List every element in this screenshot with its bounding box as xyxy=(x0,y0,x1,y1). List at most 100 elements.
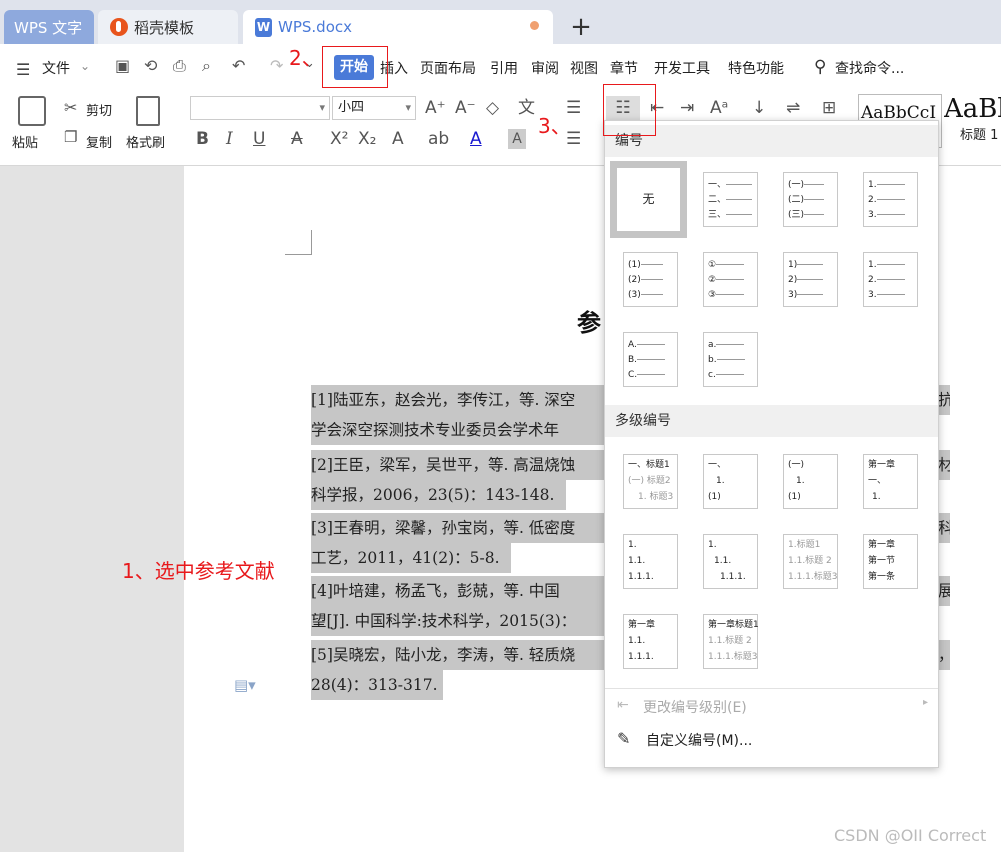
ml-line: 一、标题1 xyxy=(628,460,670,470)
num-label: (二) xyxy=(788,195,805,205)
num-label: ① xyxy=(708,260,717,270)
reference-line[interactable]: 学会深空探测技术专业委员会学术年 xyxy=(311,415,606,445)
multilevel-style[interactable]: 第一章标题1 1.1.标题 2 1.1.1.标题3 xyxy=(703,614,759,669)
style-heading1[interactable]: AaBl 标题 1 xyxy=(944,94,1001,150)
ml-line: 1.1.1. xyxy=(720,572,746,582)
reference-line[interactable]: 28(4)：313-317. xyxy=(311,670,443,700)
menu-developer[interactable]: 开发工具 xyxy=(654,58,710,80)
num-label: b. xyxy=(708,355,717,365)
multilevel-style[interactable]: 第一章 第一节 第一条 xyxy=(863,534,918,589)
reference-line[interactable]: 工艺，2011，41(2)：5-8. xyxy=(311,543,511,573)
italic-icon[interactable]: I xyxy=(226,127,233,151)
numbering-style[interactable]: 1. 2. 3. xyxy=(863,172,918,227)
numbering-style[interactable]: 一、 二、 三、 xyxy=(703,172,758,227)
numbering-style[interactable]: (一) (二) (三) xyxy=(783,172,838,227)
multilevel-style[interactable]: 1. 1.1. 1.1.1. xyxy=(623,534,678,589)
ml-line: 1.1.1.标题3 xyxy=(788,572,838,582)
numbering-style[interactable]: 1. 2. 3. xyxy=(863,252,918,307)
clear-format-icon[interactable]: ◇ xyxy=(486,96,499,120)
hamburger-icon[interactable]: ☰ xyxy=(16,60,30,79)
char-shading-icon[interactable]: A xyxy=(508,129,526,149)
save-icon[interactable]: ▣ xyxy=(115,56,130,75)
tab-document[interactable]: W WPS.docx xyxy=(243,10,553,44)
reference-line-tail: 科 xyxy=(938,513,950,543)
multilevel-style[interactable]: 第一章 一、 1. xyxy=(863,454,918,509)
num-label: (2) xyxy=(628,275,641,285)
menu-view[interactable]: 视图 xyxy=(570,58,598,80)
reference-line[interactable]: 科学报，2006，23(5)：143-148. xyxy=(311,480,566,510)
annotation-step1: 1、选中参考文献 xyxy=(122,559,275,583)
strikethrough-icon[interactable]: A xyxy=(291,127,303,151)
subscript-icon[interactable]: X₂ xyxy=(358,127,376,151)
menu-review[interactable]: 审阅 xyxy=(531,58,559,80)
highlight-icon[interactable]: ab xyxy=(428,127,449,151)
grow-font-icon[interactable]: A⁺ xyxy=(425,96,446,120)
print-preview-icon[interactable]: ⌕ xyxy=(202,56,211,76)
multilevel-style[interactable]: 一、 1. (1) xyxy=(703,454,758,509)
menu-bar: ☰ 文件 ⌄ ▣ ⟲ ⎙ ⌕ ↶ ↷ ⌄ 插入 页面布局 引用 审阅 视图 章节… xyxy=(0,44,1001,92)
font-color-icon[interactable]: A xyxy=(470,127,482,151)
multilevel-style[interactable]: 1. 1.1. 1.1.1. xyxy=(703,534,758,589)
cloud-icon[interactable]: ⟲ xyxy=(144,56,157,75)
multilevel-style[interactable]: 第一章 1.1. 1.1.1. xyxy=(623,614,678,669)
numbering-none[interactable]: 无 xyxy=(610,161,687,238)
copy-button[interactable]: 复制 xyxy=(86,132,112,151)
bold-icon[interactable]: B xyxy=(196,127,209,151)
reference-line[interactable]: 望[J]. 中国科学:技术科学，2015(3)： xyxy=(311,606,606,636)
menu-page-layout[interactable]: 页面布局 xyxy=(420,58,476,80)
paste-icon[interactable] xyxy=(18,96,46,126)
chevron-down-icon[interactable]: ⌄ xyxy=(80,59,90,73)
undo-icon[interactable]: ↶ xyxy=(232,56,245,75)
reference-line[interactable]: [1]陆亚东，赵会光，李传江，等. 深空 xyxy=(311,385,606,415)
paste-options-icon[interactable]: ▤▾ xyxy=(234,676,256,694)
change-level-item[interactable]: 更改编号级别(E) xyxy=(643,697,747,717)
reference-line[interactable]: [3]王春明，梁馨，孙宝岗，等. 低密度 xyxy=(311,513,606,543)
spacing-icon[interactable]: ⇌ xyxy=(786,96,800,120)
reference-line[interactable]: [4]叶培建，杨孟飞，彭兢，等. 中国 xyxy=(311,576,606,606)
underline-icon[interactable]: U xyxy=(253,127,265,151)
cut-button[interactable]: 剪切 xyxy=(86,100,112,119)
ml-line: (一) xyxy=(788,460,805,470)
increase-indent-icon[interactable]: ⇥ xyxy=(680,96,694,120)
reference-line[interactable]: [5]吴晓宏，陆小龙，李涛，等. 轻质烧 xyxy=(311,640,606,670)
search-command[interactable]: 查找命令... xyxy=(835,58,904,80)
multilevel-style[interactable]: (一) 1. (1) xyxy=(783,454,838,509)
table-icon[interactable]: ⊞ xyxy=(822,96,836,120)
numbering-style[interactable]: a. b. c. xyxy=(703,332,758,387)
font-size-select[interactable]: 小四 xyxy=(332,96,416,120)
new-tab-button[interactable]: + xyxy=(568,12,594,42)
text-effect-icon[interactable]: A xyxy=(392,127,404,151)
tab-template[interactable]: 稻壳模板 xyxy=(98,10,238,44)
ml-line: 第一条 xyxy=(868,572,896,582)
multilevel-style[interactable]: 一、标题1 (一) 标题2 1. 标题3 xyxy=(623,454,678,509)
custom-numbering-item[interactable]: 自定义编号(M)... xyxy=(646,730,752,750)
numbering-style[interactable]: (1) (2) (3) xyxy=(623,252,678,307)
ml-line: 1. xyxy=(796,476,805,486)
format-painter-button[interactable]: 格式刷 xyxy=(126,132,165,151)
num-label: B. xyxy=(628,355,638,365)
num-label: 三、 xyxy=(708,210,727,220)
tab-wps-writer[interactable]: WPS 文字 xyxy=(4,10,94,44)
sort-icon[interactable]: ↓ xyxy=(752,96,766,120)
menu-chapter[interactable]: 章节 xyxy=(610,58,638,80)
unsaved-dot-icon xyxy=(530,21,539,30)
menu-file[interactable]: 文件 xyxy=(42,58,70,80)
menu-special[interactable]: 特色功能 xyxy=(728,58,784,80)
superscript-icon[interactable]: X² xyxy=(330,127,348,151)
print-icon[interactable]: ⎙ xyxy=(173,56,186,76)
multilevel-style[interactable]: 1.标题1 1.1.标题 2 1.1.1.标题3 xyxy=(783,534,838,589)
shrink-font-icon[interactable]: A⁻ xyxy=(455,96,476,120)
font-name-select[interactable] xyxy=(190,96,330,120)
paste-button[interactable]: 粘贴 xyxy=(12,132,38,151)
phonetic-icon[interactable]: 文 xyxy=(518,96,535,120)
change-case-icon[interactable]: Aᵃ xyxy=(710,96,728,120)
menu-references[interactable]: 引用 xyxy=(490,58,518,80)
reference-line[interactable]: [2]王臣，梁军，吴世平，等. 高温烧蚀 xyxy=(311,450,606,480)
numbering-style[interactable]: 1) 2) 3) xyxy=(783,252,838,307)
ml-line: 一、 xyxy=(868,476,887,486)
numbering-style[interactable]: A. B. C. xyxy=(623,332,678,387)
numbering-style[interactable]: ① ② ③ xyxy=(703,252,758,307)
redo-icon[interactable]: ↷ xyxy=(270,56,283,75)
numbering-dropdown: 编号 无 一、 二、 三、 (一) (二) (三) 1. 2. 3. (1) (… xyxy=(604,120,939,768)
format-painter-icon[interactable] xyxy=(136,96,160,126)
